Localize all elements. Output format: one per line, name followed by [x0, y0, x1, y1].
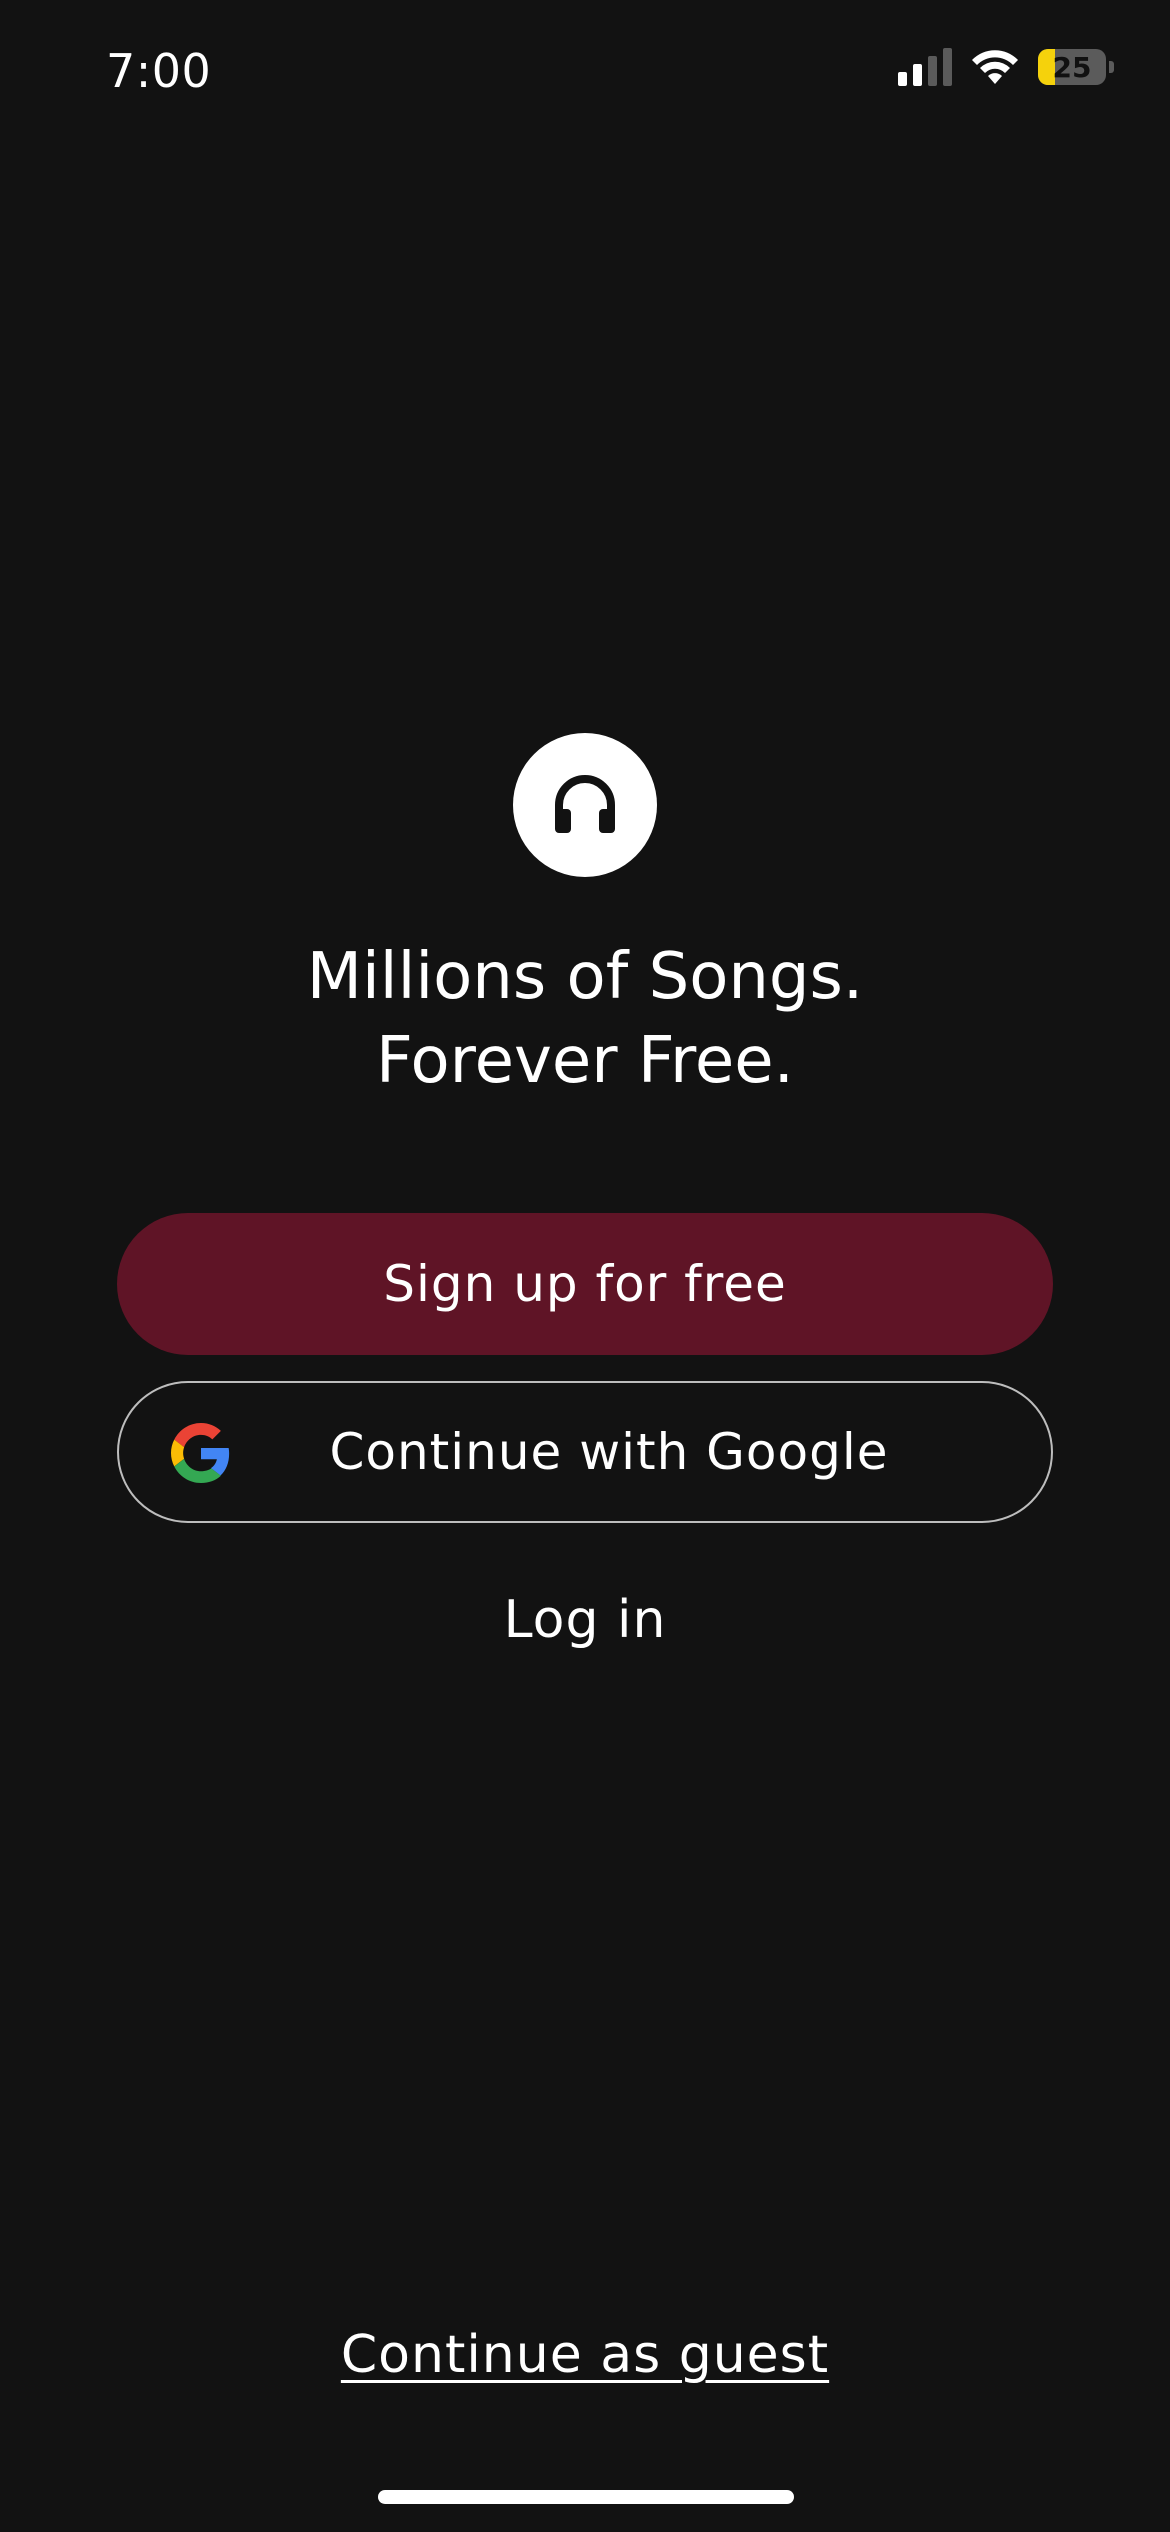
login-label: Log in: [503, 1590, 667, 1650]
battery-level: 25: [1052, 50, 1092, 84]
continue-as-guest-link[interactable]: Continue as guest: [0, 2325, 1170, 2385]
app-logo: [513, 733, 657, 877]
google-signin-button[interactable]: Continue with Google: [117, 1381, 1053, 1523]
battery-icon: 25: [1038, 49, 1114, 85]
headline-line-1: Millions of Songs.: [306, 940, 864, 1014]
headphones-icon: [555, 775, 615, 833]
headline: Millions of Songs. Forever Free.: [0, 935, 1170, 1103]
signup-button[interactable]: Sign up for free: [117, 1213, 1053, 1355]
google-icon: [171, 1423, 230, 1483]
guest-label: Continue as guest: [340, 2325, 830, 2385]
welcome-screen: 7:00 25 Millions of Songs. Forever Free.…: [0, 0, 1170, 2532]
home-indicator[interactable]: [378, 2490, 794, 2504]
status-icons: 25: [898, 48, 1114, 86]
headline-line-2: Forever Free.: [375, 1024, 795, 1098]
signal-icon: [898, 48, 952, 86]
google-button-label: Continue with Google: [329, 1423, 889, 1481]
login-link[interactable]: Log in: [0, 1590, 1170, 1650]
wifi-icon: [972, 50, 1018, 84]
status-time: 7:00: [106, 44, 212, 98]
signup-button-label: Sign up for free: [383, 1255, 787, 1313]
